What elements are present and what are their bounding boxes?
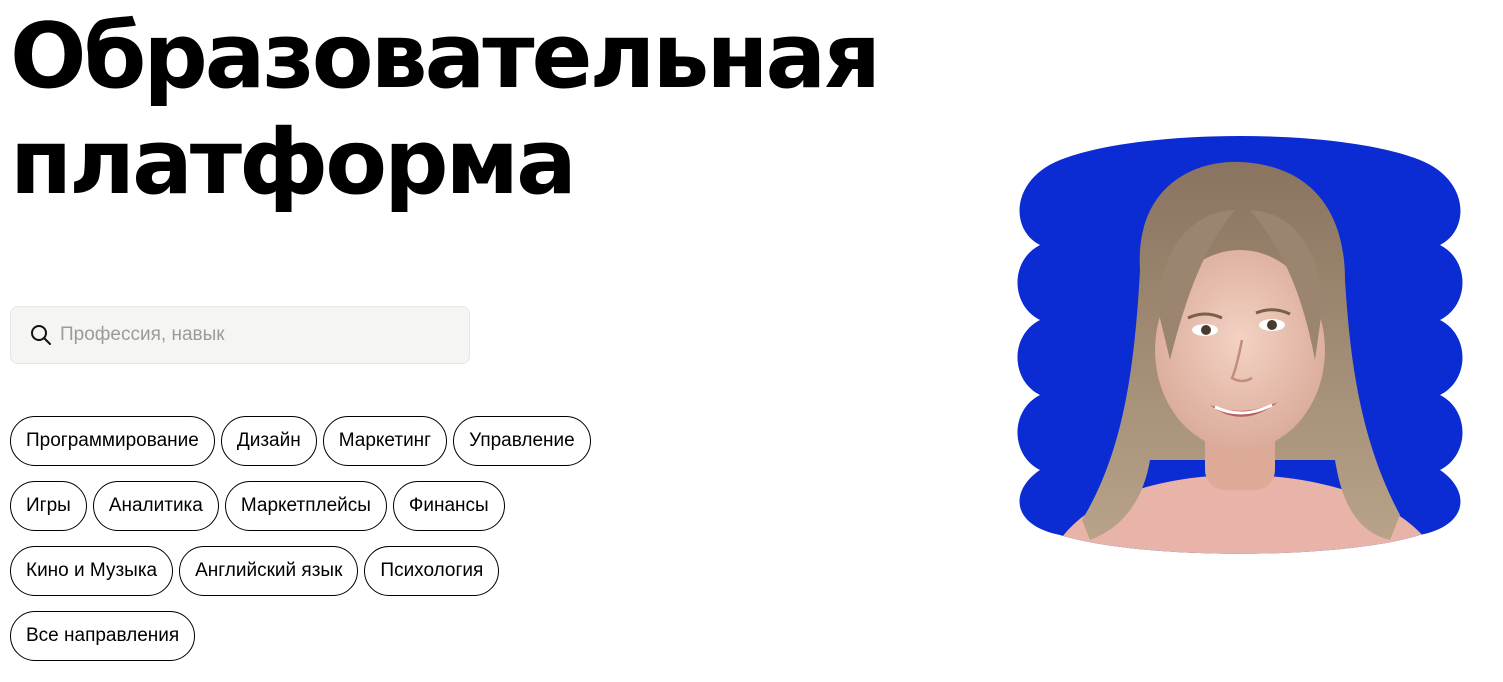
tag-all-directions[interactable]: Все направления (10, 611, 196, 661)
tag-row-3: Кино и Музыка Английский язык Психология (10, 546, 710, 596)
search-icon (30, 324, 52, 346)
tag-psychology[interactable]: Психология (364, 546, 500, 596)
tag-finance[interactable]: Финансы (392, 481, 505, 531)
tag-management[interactable]: Управление (453, 416, 591, 466)
tag-film-music[interactable]: Кино и Музыка (10, 546, 174, 596)
tag-analytics[interactable]: Аналитика (92, 481, 219, 531)
page-title: Образовательная платформа (10, 4, 881, 216)
tag-row-4: Все направления (10, 611, 710, 661)
page-title-line-1: Образовательная (10, 4, 881, 109)
page: Образовательная платформа Программирован… (0, 0, 1503, 682)
hero-portrait-illustration (1017, 136, 1463, 554)
category-tags: Программирование Дизайн Маркетинг Управл… (10, 416, 710, 676)
tag-marketplaces[interactable]: Маркетплейсы (224, 481, 387, 531)
tag-design[interactable]: Дизайн (220, 416, 317, 466)
tag-row-2: Игры Аналитика Маркетплейсы Финансы (10, 481, 710, 531)
search-box[interactable] (10, 306, 470, 364)
tag-marketing[interactable]: Маркетинг (322, 416, 448, 466)
search-input[interactable] (60, 324, 440, 346)
tag-english[interactable]: Английский язык (179, 546, 359, 596)
tag-programming[interactable]: Программирование (10, 416, 215, 466)
hero-image (1010, 130, 1470, 560)
tag-games[interactable]: Игры (10, 481, 87, 531)
tag-row-1: Программирование Дизайн Маркетинг Управл… (10, 416, 710, 466)
page-title-line-2: платформа (10, 110, 577, 215)
